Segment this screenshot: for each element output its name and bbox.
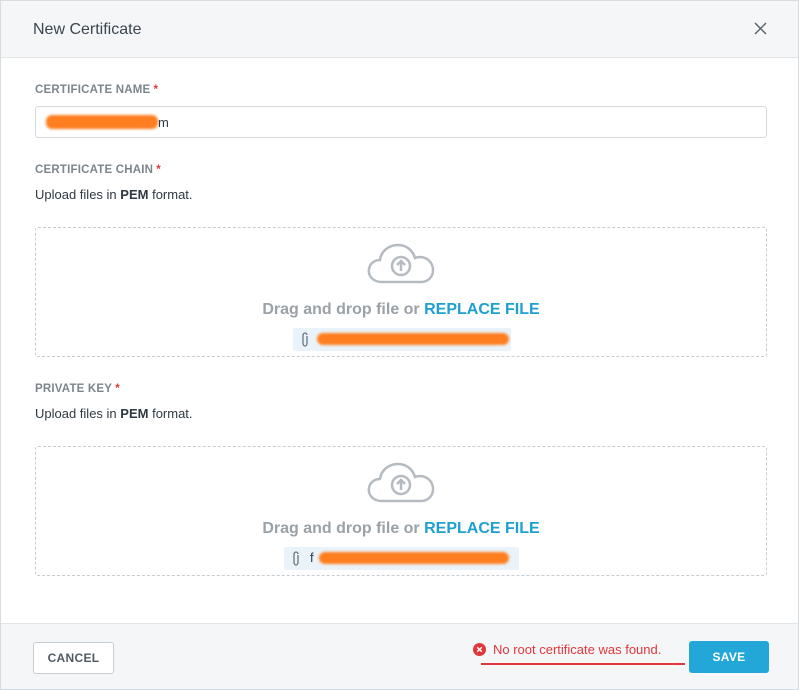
redacted-text [46, 115, 158, 129]
redacted-file-name [319, 552, 509, 564]
drop-text: Drag and drop file or [262, 520, 420, 537]
new-certificate-dialog: New Certificate CERTIFICATE NAME * m CERT… [0, 0, 799, 690]
hint-prefix: Upload files in [35, 187, 117, 202]
required-mark: * [153, 84, 159, 96]
replace-file-link[interactable]: REPLACE FILE [424, 520, 540, 537]
drop-instruction: Drag and drop file or REPLACE FILE [36, 301, 766, 319]
certificate-name-label-text: CERTIFICATE NAME [35, 84, 151, 96]
private-key-label: PRIVATE KEY * [35, 383, 120, 395]
save-button[interactable]: SAVE [689, 641, 769, 673]
drop-text: Drag and drop file or [262, 301, 420, 318]
private-key-hint: Upload files in PEM format. [35, 406, 193, 421]
cloud-upload-icon [366, 461, 436, 503]
paperclip-icon [300, 332, 310, 347]
uploaded-file-chip: f [284, 547, 519, 570]
paperclip-icon [291, 551, 301, 566]
certificate-chain-dropzone[interactable]: Drag and drop file or REPLACE FILE [35, 227, 767, 357]
required-mark: * [156, 164, 161, 176]
hint-format: PEM [120, 406, 149, 421]
error-circle-icon [473, 643, 486, 656]
error-text: No root certificate was found. [493, 642, 662, 657]
certificate-chain-label-text: CERTIFICATE CHAIN [35, 164, 154, 176]
certificate-chain-label: CERTIFICATE CHAIN * [35, 164, 161, 176]
certificate-name-value: m [158, 115, 169, 130]
uploaded-file-chip [293, 328, 511, 351]
replace-file-link[interactable]: REPLACE FILE [424, 301, 540, 318]
close-icon[interactable] [751, 19, 771, 39]
private-key-dropzone[interactable]: Drag and drop file or REPLACE FILE f [35, 446, 767, 576]
dialog-header: New Certificate [1, 1, 798, 58]
dialog-footer: CANCEL No root certificate was found. SA… [1, 623, 798, 689]
dialog-title: New Certificate [33, 21, 142, 38]
certificate-chain-hint: Upload files in PEM format. [35, 187, 193, 202]
error-underline [481, 663, 685, 665]
private-key-label-text: PRIVATE KEY [35, 383, 113, 395]
hint-prefix: Upload files in [35, 406, 117, 421]
drop-instruction: Drag and drop file or REPLACE FILE [36, 520, 766, 538]
cloud-upload-icon [366, 242, 436, 284]
certificate-name-label: CERTIFICATE NAME * [35, 84, 158, 96]
cancel-button[interactable]: CANCEL [33, 642, 114, 674]
file-name-prefix: f [310, 550, 314, 565]
hint-format: PEM [120, 187, 149, 202]
redacted-file-name [317, 333, 509, 345]
hint-suffix: format. [152, 187, 193, 202]
required-mark: * [115, 383, 120, 395]
hint-suffix: format. [152, 406, 193, 421]
certificate-name-input[interactable]: m [35, 106, 767, 138]
